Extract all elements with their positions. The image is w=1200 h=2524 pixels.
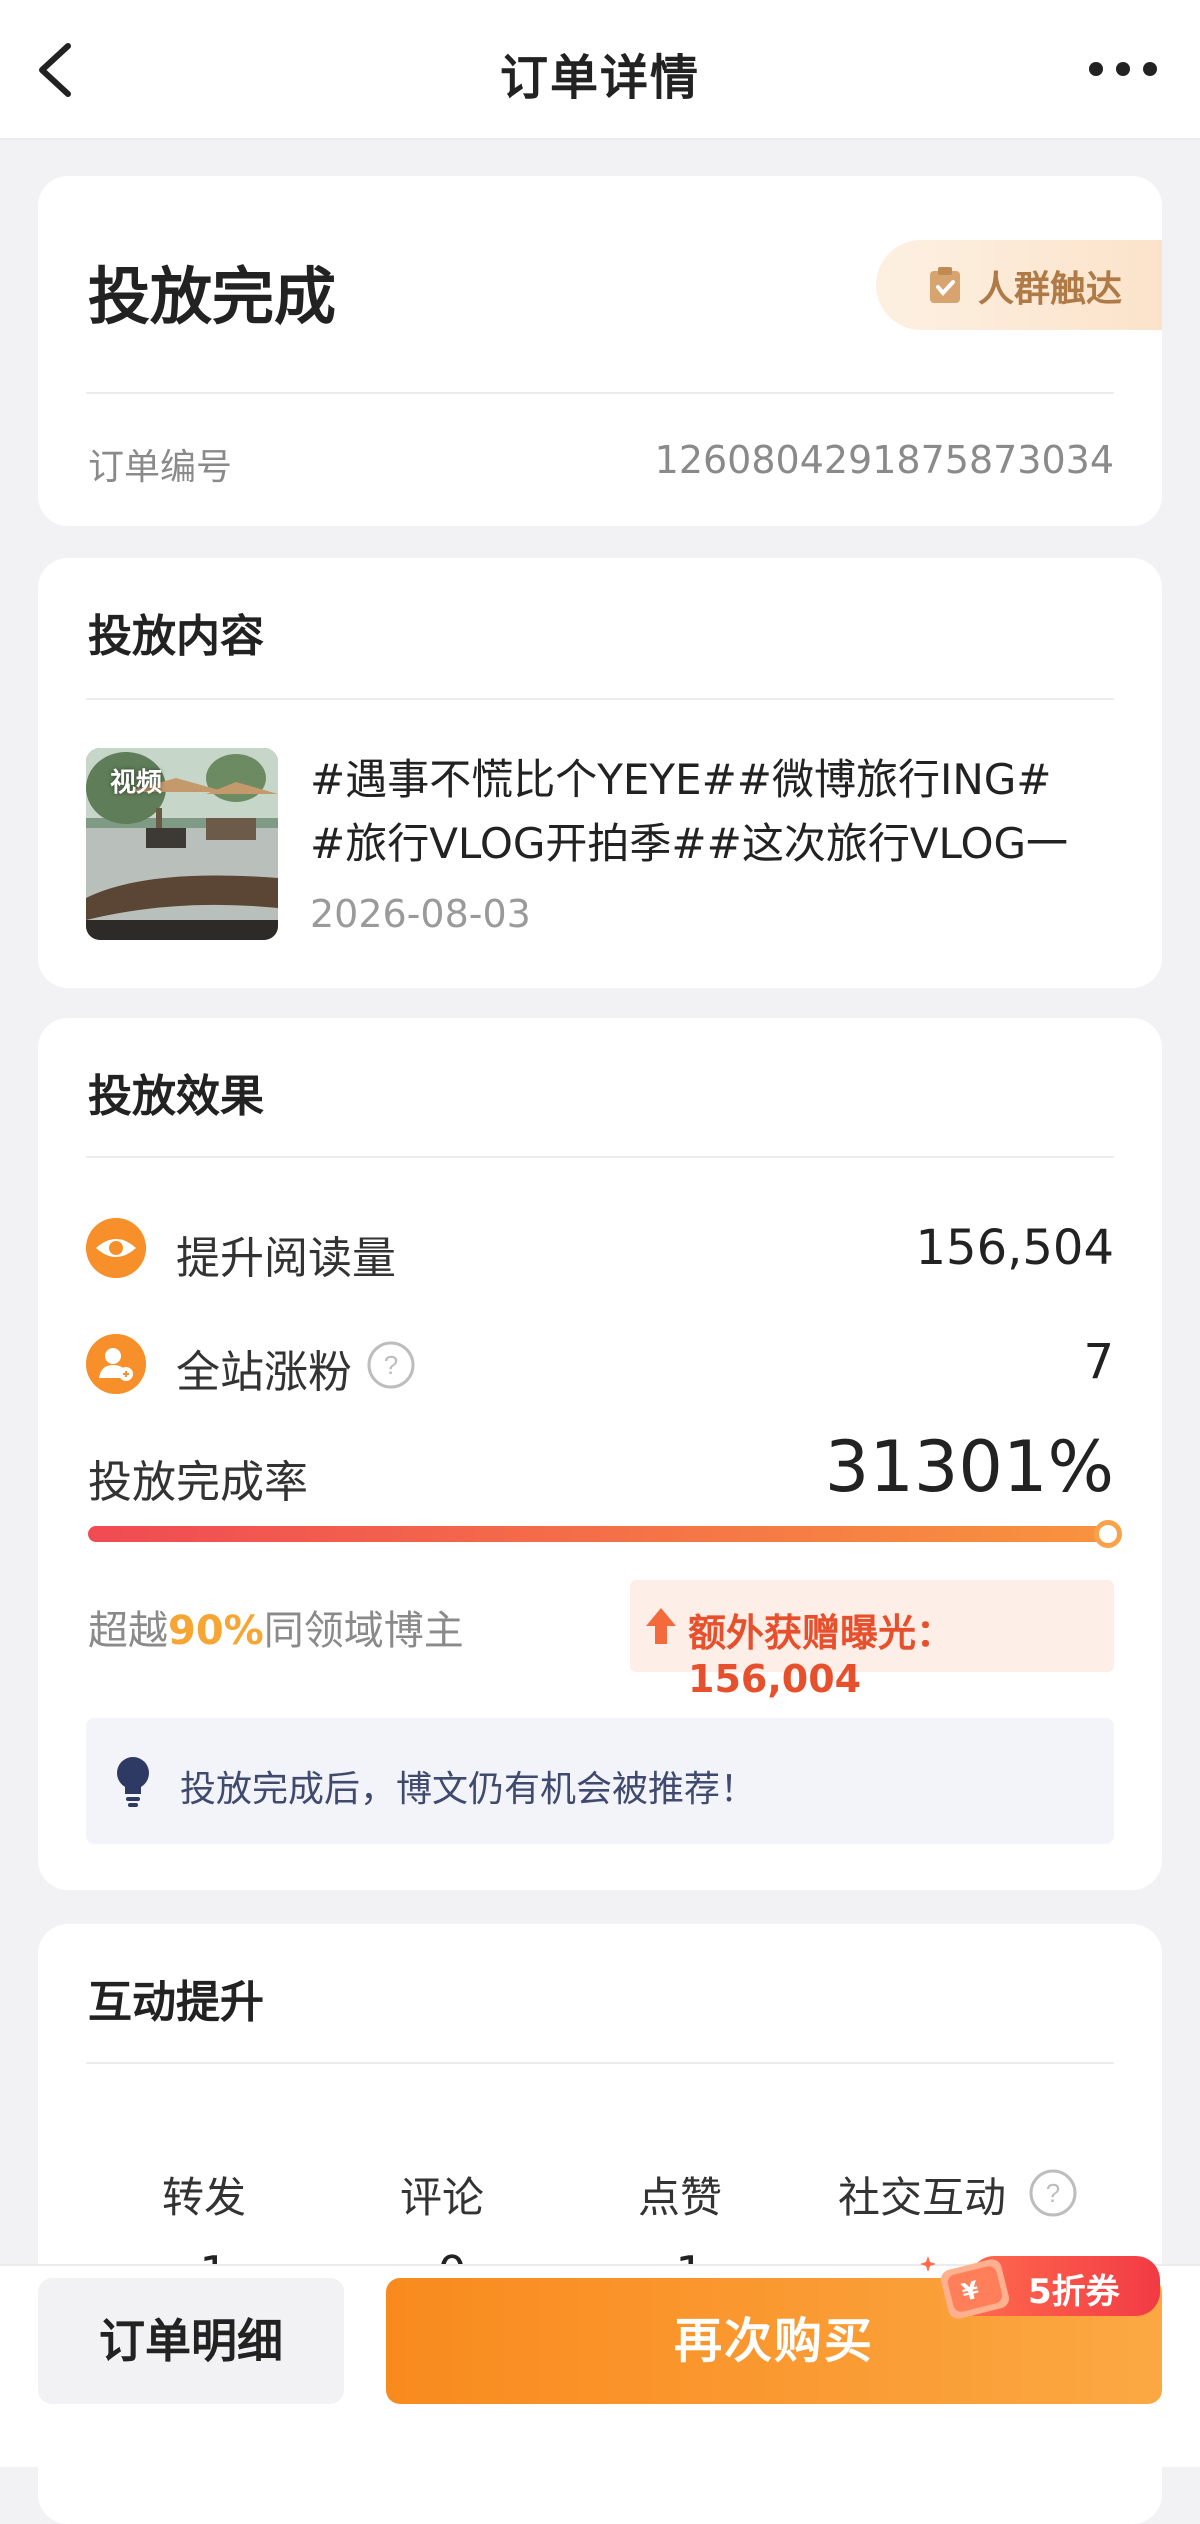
surpass-percentage: 90% [168, 1608, 264, 1654]
coupon-ticket-icon: ¥ [920, 2256, 1010, 2319]
user-add-icon [86, 1334, 146, 1394]
progress-fill [88, 1520, 1122, 1548]
extra-exposure-box: 额外获赠曝光：156,004 [630, 1580, 1114, 1701]
tip-box: 投放完成后，博文仍有机会被推荐！ [86, 1718, 1114, 1844]
tip-text: 投放完成后，博文仍有机会被推荐！ [180, 1769, 757, 1810]
extra-exposure-text: 额外获赠曝光：156,004 [688, 1611, 955, 1701]
post-text[interactable]: #遇事不慌比个YEYE##微博旅行ING# #旅行VLOG开拍季##这次旅行VL… [310, 748, 1130, 876]
promoted-content-card: 投放内容 视频 #遇事不慌比个YEYE##微博旅行ING# #旅行VLOG开拍季… [38, 558, 1162, 988]
surpass-prefix: 超越 [88, 1608, 168, 1654]
progress-knob [1094, 1520, 1122, 1548]
more-options-icon[interactable] [1086, 58, 1160, 80]
audience-reach-badge[interactable]: 人群触达 [876, 240, 1162, 330]
stat-label-social: 社交互动 [838, 2173, 1007, 2222]
stat-label-reposts: 转发 [162, 2173, 247, 2222]
fans-value: 7 [1083, 1334, 1114, 1390]
help-icon[interactable]: ? [366, 1340, 416, 1390]
page-title: 订单详情 [499, 50, 700, 106]
post-date: 2026-08-03 [310, 892, 531, 936]
lightbulb-icon [117, 1757, 149, 1807]
divider [86, 2062, 1114, 2064]
surpass-text: 超越90%同领域博主 [88, 1598, 464, 1656]
divider [86, 1156, 1114, 1158]
stat-label-likes: 点赞 [638, 2173, 723, 2222]
stat-label-comments: 评论 [400, 2173, 485, 2222]
coupon-badge: ¥ 5折券 [920, 2242, 1160, 2326]
badge-label: 人群触达 [978, 269, 1123, 310]
help-icon[interactable]: ? [1028, 2168, 1078, 2218]
eye-icon [86, 1218, 146, 1278]
arrow-up-icon [646, 1608, 676, 1644]
bottom-action-bar: 订单明细 再次购买 ¥ 5折券 [0, 2256, 1200, 2467]
fans-label: 全站涨粉 [176, 1347, 352, 1398]
top-nav-bar: 订单详情 [0, 0, 1200, 140]
video-tag: 视频 [110, 768, 163, 798]
reads-label: 提升阅读量 [176, 1233, 396, 1284]
order-number-value: 1260804291875873034 [654, 438, 1114, 482]
video-thumbnail[interactable]: 视频 [86, 748, 278, 940]
divider [86, 392, 1114, 394]
order-status-card: 投放完成 人群触达 订单编号 1260804291875873034 [38, 176, 1162, 526]
surpass-suffix: 同领域博主 [263, 1608, 464, 1654]
promotion-effect-card: 投放效果 提升阅读量 156,504 全站涨粉 ? 7 投放完成率 31301%… [38, 1018, 1162, 1890]
svg-text:?: ? [1046, 2178, 1060, 2208]
divider [86, 698, 1114, 700]
section-title: 投放内容 [88, 611, 264, 662]
section-title: 投放效果 [88, 1071, 264, 1122]
order-detail-button[interactable]: 订单明细 [38, 2278, 344, 2404]
completion-rate-label: 投放完成率 [88, 1457, 308, 1508]
clipboard-icon [930, 267, 960, 303]
post-text-line: #旅行VLOG开拍季##这次旅行VLOG一 [310, 819, 1069, 868]
coupon-label: 5折券 [1028, 2272, 1120, 2312]
post-text-line: #遇事不慌比个YEYE##微博旅行ING# [310, 755, 1052, 804]
svg-text:?: ? [384, 1350, 398, 1380]
reads-value: 156,504 [915, 1220, 1115, 1276]
order-number-label: 订单编号 [88, 447, 233, 488]
completion-rate-value: 31301% [824, 1426, 1114, 1508]
section-title: 互动提升 [88, 1977, 264, 2028]
status-title: 投放完成 [88, 260, 337, 333]
completion-progress-bar [88, 1520, 1122, 1548]
